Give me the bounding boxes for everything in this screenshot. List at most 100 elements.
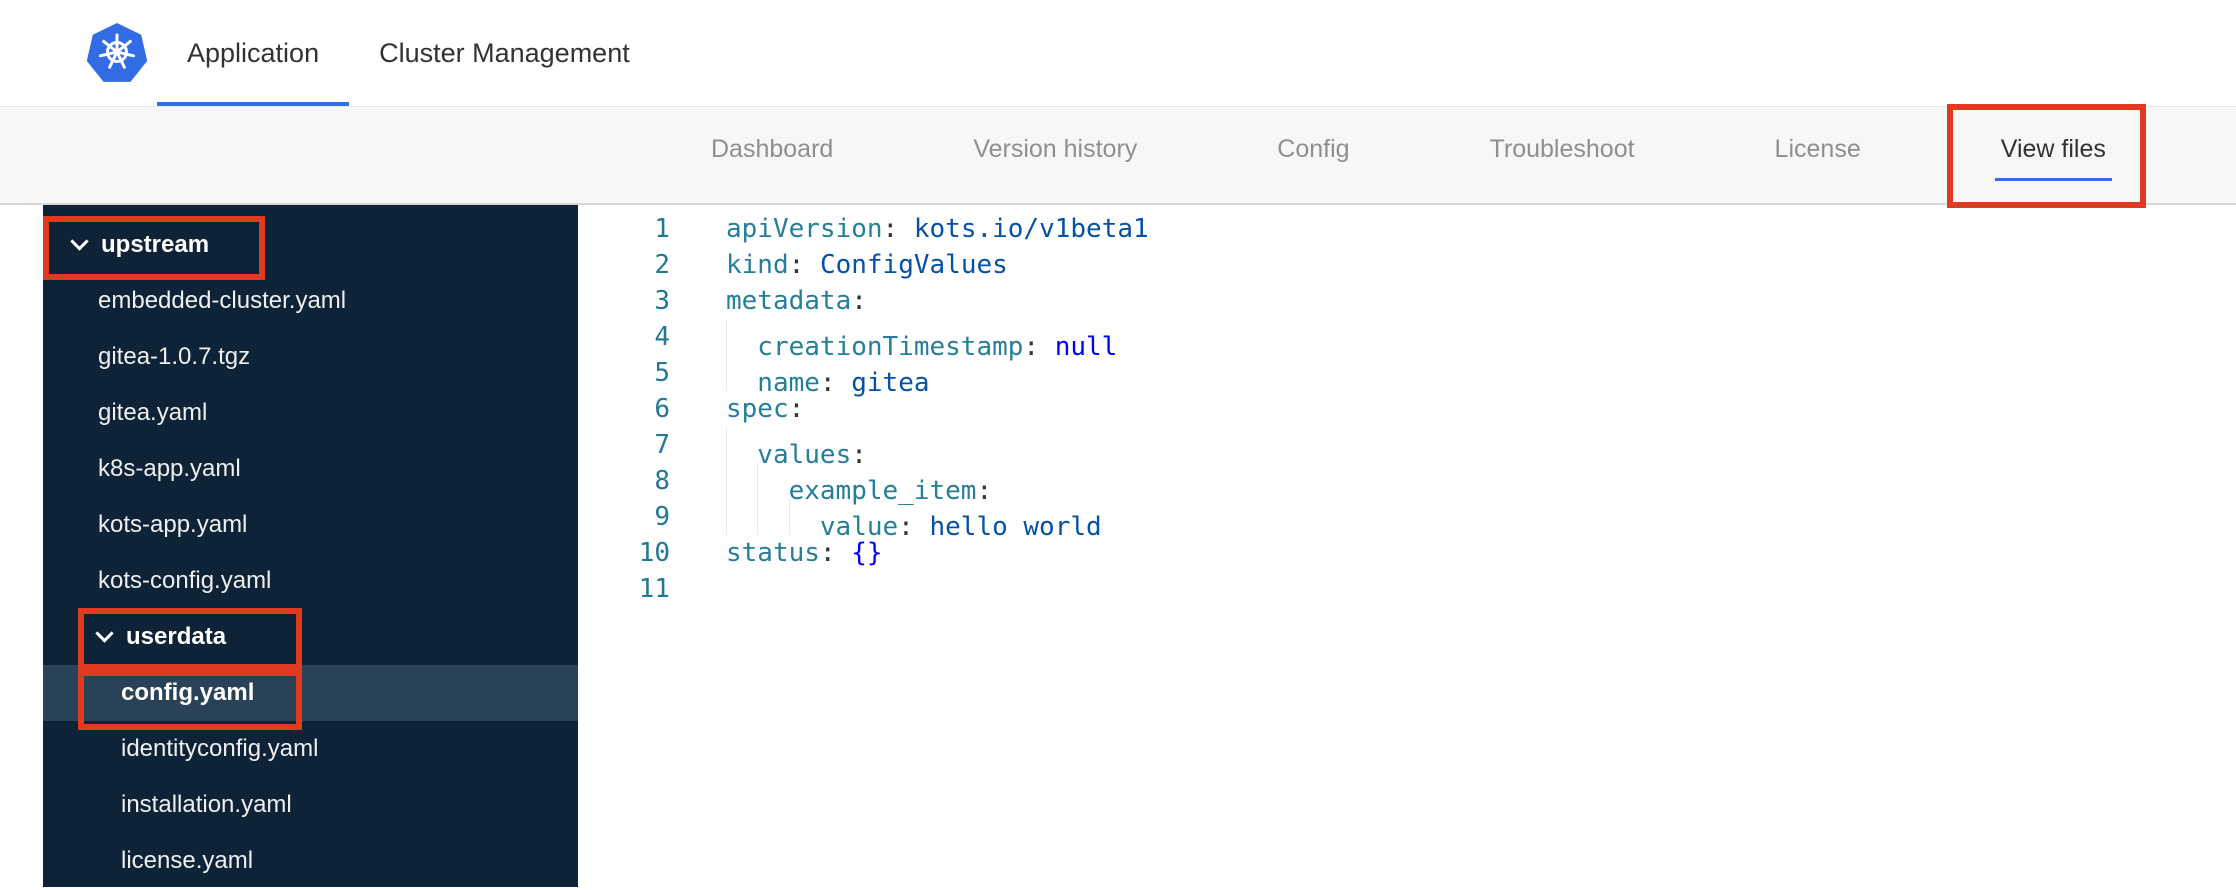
- code-line-7: 7 values:: [578, 427, 2236, 470]
- code-line-10: 10 status: {}: [578, 535, 2236, 571]
- line-content: values:: [670, 427, 867, 470]
- code-token: ConfigValues: [819, 250, 1008, 280]
- tree-item-label: license.yaml: [121, 847, 254, 874]
- code-token: :: [819, 538, 852, 568]
- tree-item-label: kots-config.yaml: [98, 567, 272, 594]
- line-content: value: hello world: [670, 499, 1102, 542]
- tab-application[interactable]: Application: [157, 0, 350, 106]
- file-editor[interactable]: 1 apiVersion: kots.io/v1beta1 2 kind: Confi…: [578, 205, 2236, 887]
- tree-item-label: identityconfig.yaml: [121, 735, 319, 762]
- indent-guide: [789, 499, 820, 535]
- code-token: kots.io/v1beta1: [913, 214, 1149, 244]
- code-token: :: [882, 214, 914, 244]
- line-number: 7: [654, 430, 670, 460]
- tab-cluster-management-label: Cluster Management: [379, 37, 630, 68]
- code-token: :: [819, 368, 852, 398]
- line-number: 2: [654, 250, 670, 280]
- indent-guide: [726, 499, 757, 535]
- code-line-9: 9 value: hello world: [578, 499, 2236, 542]
- tab-application-label: Application: [187, 37, 320, 68]
- tree-item-label: installation.yaml: [121, 791, 292, 818]
- tree-item-label: embedded-cluster.yaml: [98, 287, 347, 314]
- tree-file-k8s-app.yaml[interactable]: k8s-app.yaml: [43, 441, 578, 497]
- chevron-down-icon: [70, 232, 89, 251]
- indent-guide: [726, 427, 757, 463]
- tree-file-kots-config.yaml[interactable]: kots-config.yaml: [43, 553, 578, 609]
- indent-guide: [726, 355, 757, 391]
- line-content: status: {}: [670, 535, 883, 571]
- line-number: 6: [654, 394, 670, 424]
- code-token: null: [1054, 332, 1118, 362]
- code-line-11: 11: [578, 571, 2236, 607]
- tree-item-label: kots-app.yaml: [98, 511, 248, 538]
- tree-file-license.yaml[interactable]: license.yaml: [43, 833, 578, 887]
- code-token: :: [788, 250, 820, 280]
- line-content: kind: ConfigValues: [670, 247, 1008, 283]
- line-number: 11: [638, 574, 670, 604]
- code-token: status: [726, 538, 820, 568]
- subnav-item-view-files[interactable]: View files: [1994, 101, 2113, 197]
- line-number: 5: [654, 358, 670, 388]
- line-number: 3: [654, 286, 670, 316]
- code-token: gitea: [851, 368, 930, 398]
- tree-file-gitea.yaml[interactable]: gitea.yaml: [43, 385, 578, 441]
- tree-item-label: gitea.yaml: [98, 399, 208, 426]
- tree-item-label: gitea-1.0.7.tgz: [98, 343, 251, 370]
- line-content: spec:: [670, 391, 804, 427]
- subnav-item-config[interactable]: Config: [1277, 101, 1349, 197]
- subnav-item-dashboard[interactable]: Dashboard: [711, 101, 833, 197]
- code-token: kind: [726, 250, 789, 280]
- code-line-4: 4 creationTimestamp: null: [578, 319, 2236, 362]
- kubernetes-logo-icon: [85, 21, 149, 85]
- code-token: {}: [851, 538, 883, 568]
- code-token: :: [788, 394, 805, 424]
- top-header: Application Cluster Management: [0, 0, 2236, 107]
- subnav-item-troubleshoot[interactable]: Troubleshoot: [1490, 101, 1635, 197]
- line-number: 4: [654, 322, 670, 352]
- line-number: 9: [654, 502, 670, 532]
- code-token: apiVersion: [726, 214, 883, 244]
- line-content: apiVersion: kots.io/v1beta1: [670, 211, 1149, 247]
- tree-folder-userdata[interactable]: userdata: [43, 609, 578, 665]
- file-tree: upstream embedded-cluster.yaml gitea-1.0.7…: [43, 205, 578, 887]
- indent-guide: [726, 463, 757, 499]
- tree-file-gitea-1.0.7.tgz[interactable]: gitea-1.0.7.tgz: [43, 329, 578, 385]
- main-content: upstream embedded-cluster.yaml gitea-1.0.7…: [0, 205, 2236, 887]
- indent-guide: [757, 499, 788, 535]
- tree-file-embedded-cluster.yaml[interactable]: embedded-cluster.yaml: [43, 273, 578, 329]
- tree-file-config.yaml[interactable]: config.yaml: [43, 665, 578, 721]
- code-token: :: [1023, 332, 1055, 362]
- code-line-3: 3 metadata:: [578, 283, 2236, 319]
- line-content: example_item:: [670, 463, 993, 506]
- app-subnav: Dashboard Version history Config Trouble…: [0, 107, 2236, 205]
- tree-file-kots-app.yaml[interactable]: kots-app.yaml: [43, 497, 578, 553]
- code-token: hello world: [929, 512, 1102, 542]
- code-token: spec: [726, 394, 789, 424]
- code-token: metadata: [726, 286, 852, 316]
- tree-folder-upstream[interactable]: upstream: [43, 217, 578, 273]
- line-number: 1: [654, 214, 670, 244]
- tab-cluster-management[interactable]: Cluster Management: [349, 0, 660, 106]
- line-content: metadata:: [670, 283, 867, 319]
- tree-file-installation.yaml[interactable]: installation.yaml: [43, 777, 578, 833]
- code-line-5: 5 name: gitea: [578, 355, 2236, 398]
- line-content: creationTimestamp: null: [670, 319, 1117, 362]
- line-number: 8: [654, 466, 670, 496]
- code-token: :: [851, 286, 867, 316]
- tree-item-label: k8s-app.yaml: [98, 455, 241, 482]
- line-content: name: gitea: [670, 355, 929, 398]
- indent-guide: [726, 319, 757, 355]
- tree-item-label: upstream: [101, 231, 210, 258]
- code-line-8: 8 example_item:: [578, 463, 2236, 506]
- top-nav: Application Cluster Management: [157, 0, 660, 106]
- code-line-1: 1 apiVersion: kots.io/v1beta1: [578, 211, 2236, 247]
- editor-lines: 1 apiVersion: kots.io/v1beta1 2 kind: Confi…: [578, 211, 2236, 607]
- line-content: [670, 571, 726, 607]
- indent-guide: [757, 463, 788, 499]
- tree-file-identityconfig.yaml[interactable]: identityconfig.yaml: [43, 721, 578, 777]
- tree-item-label: userdata: [126, 623, 227, 650]
- subnav-item-license[interactable]: License: [1775, 101, 1861, 197]
- code-line-2: 2 kind: ConfigValues: [578, 247, 2236, 283]
- subnav-item-version-history[interactable]: Version history: [973, 101, 1137, 197]
- tree-item-label: config.yaml: [121, 679, 255, 706]
